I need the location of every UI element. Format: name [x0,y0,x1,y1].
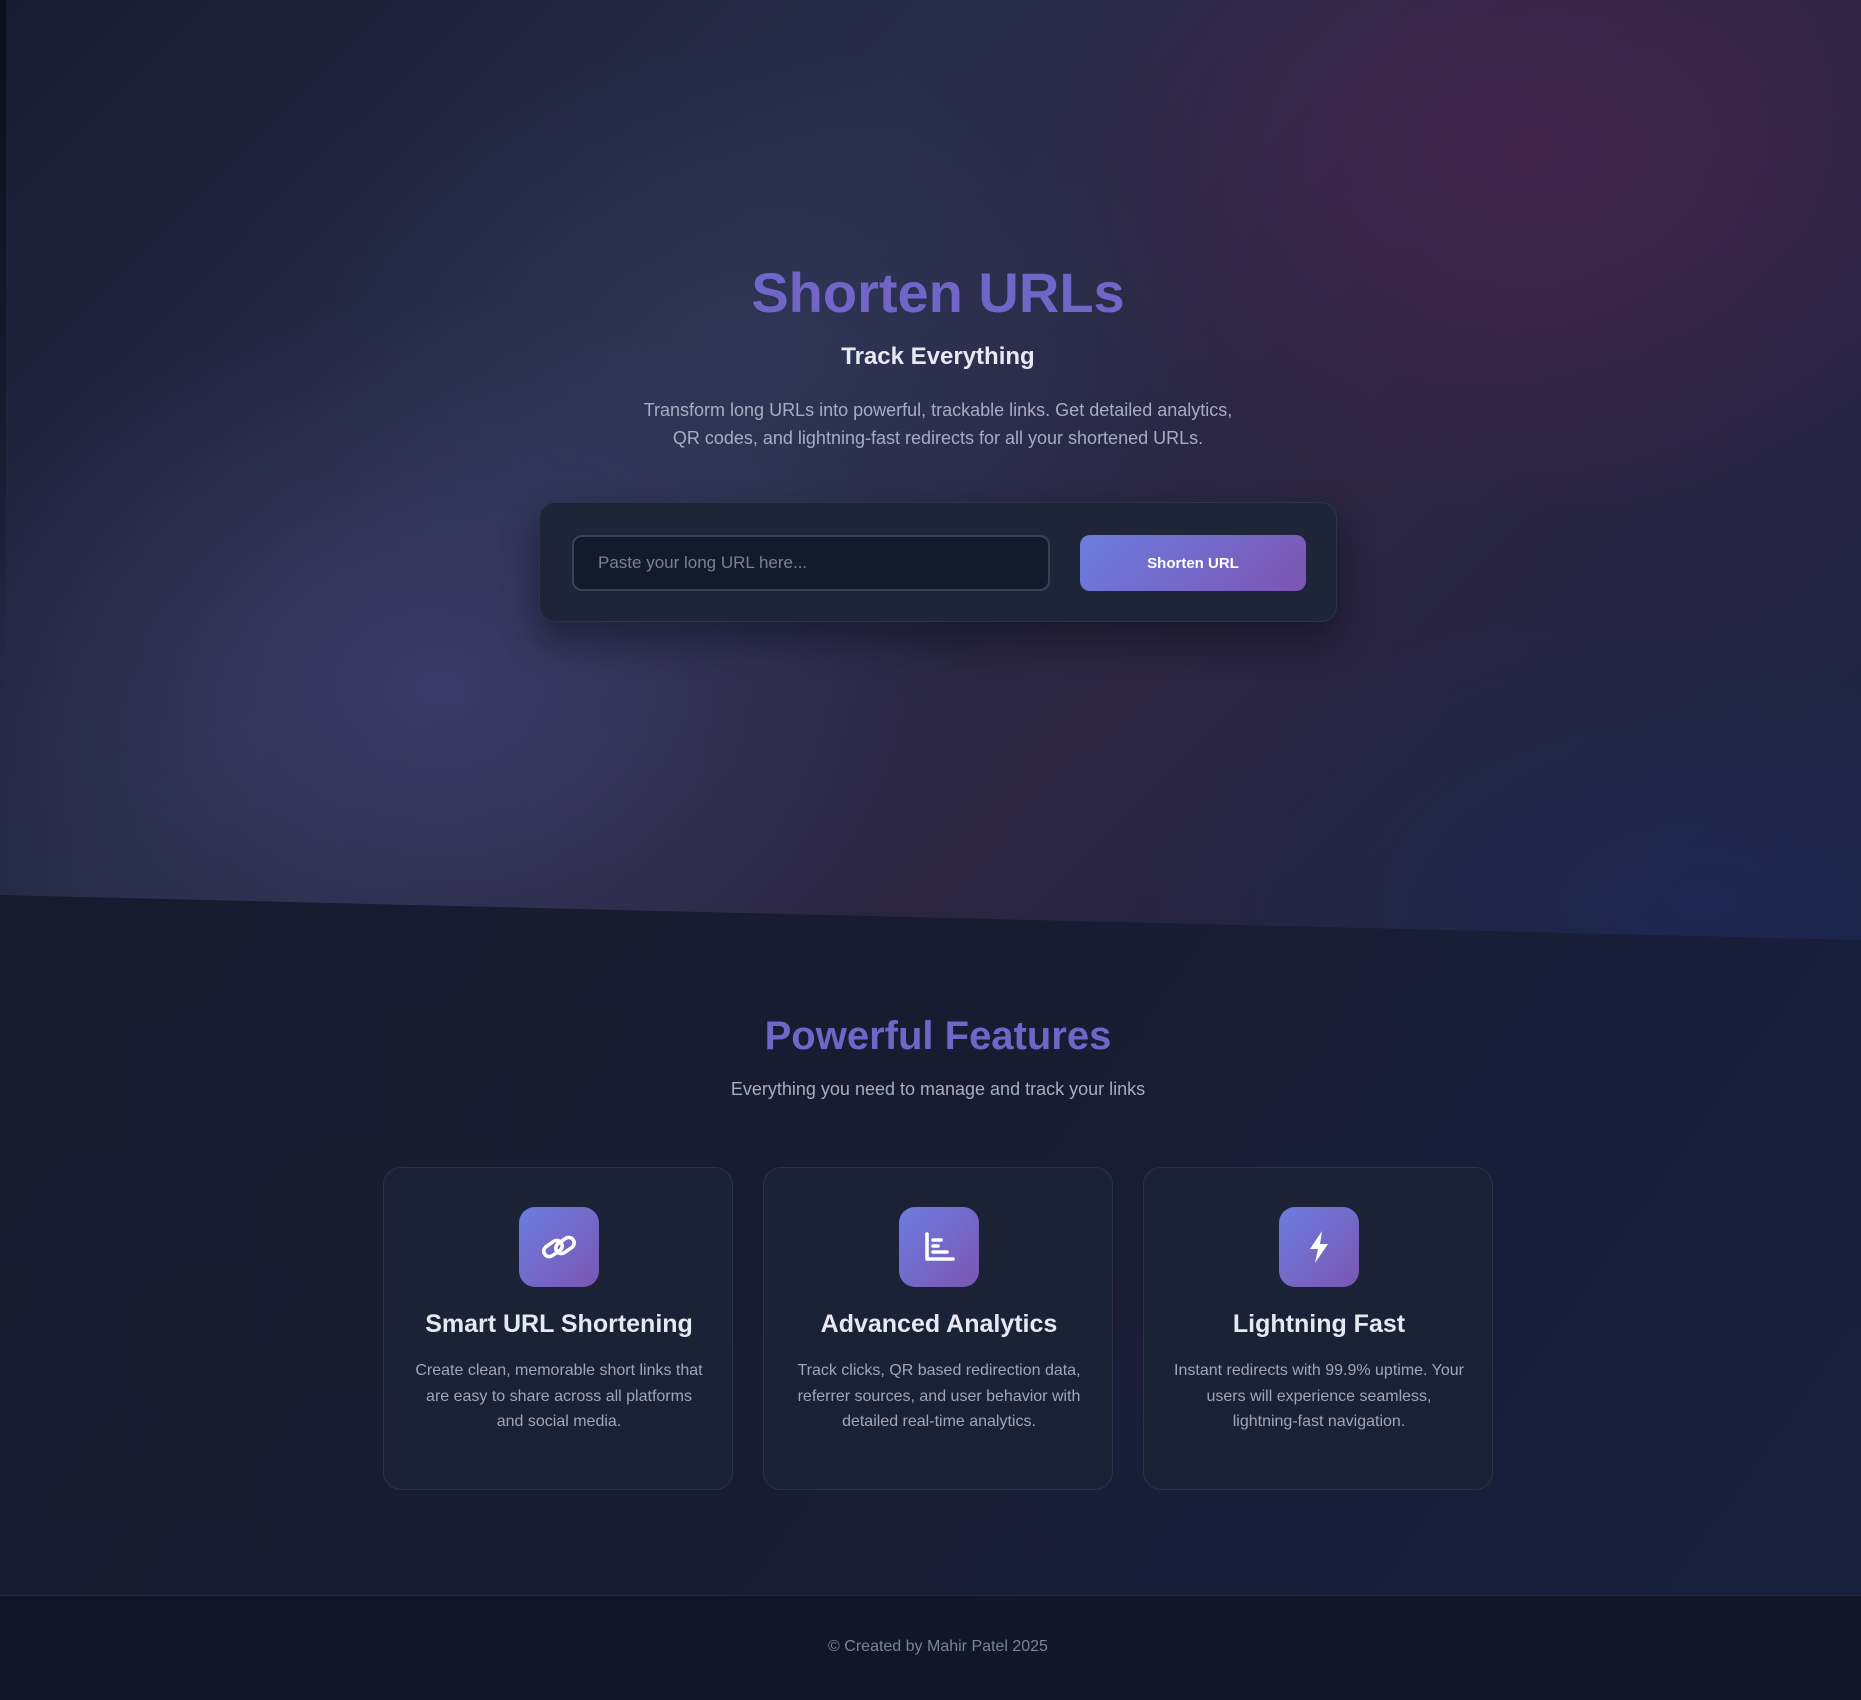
bar-chart-icon [899,1207,979,1287]
shorten-url-button[interactable]: Shorten URL [1080,535,1306,591]
feature-card-lightning-fast: Lightning Fast Instant redirects with 99… [1143,1167,1493,1490]
feature-card-title: Advanced Analytics [820,1310,1058,1338]
features-title: Powerful Features [764,1014,1112,1058]
hero-description: Transform long URLs into powerful, track… [643,400,1233,448]
footer-copyright: © Created by Mahir Patel 2025 [828,1638,1048,1655]
hero-title: Shorten URLs [751,261,1125,324]
feature-card-title: Lightning Fast [1232,1310,1406,1338]
feature-card-title: Smart URL Shortening [425,1310,693,1338]
hero-section: Shorten URLs Track Everything Transform … [0,0,1861,940]
feature-card-description: Track clicks, QR based redirection data,… [797,1362,1081,1430]
shorten-form-card: Shorten URL [539,502,1337,622]
link-icon [519,1207,599,1287]
feature-card-url-shortening: Smart URL Shortening Create clean, memor… [383,1167,733,1490]
feature-card-analytics: Advanced Analytics Track clicks, QR base… [763,1167,1113,1490]
features-subtitle: Everything you need to manage and track … [730,1079,1146,1099]
feature-card-description: Create clean, memorable short links that… [415,1362,703,1430]
feature-card-description: Instant redirects with 99.9% uptime. You… [1174,1362,1464,1430]
long-url-input[interactable] [572,535,1050,591]
hero-subtitle: Track Everything [841,343,1035,370]
lightning-bolt-icon [1279,1207,1359,1287]
footer: © Created by Mahir Patel 2025 [0,1595,1861,1700]
